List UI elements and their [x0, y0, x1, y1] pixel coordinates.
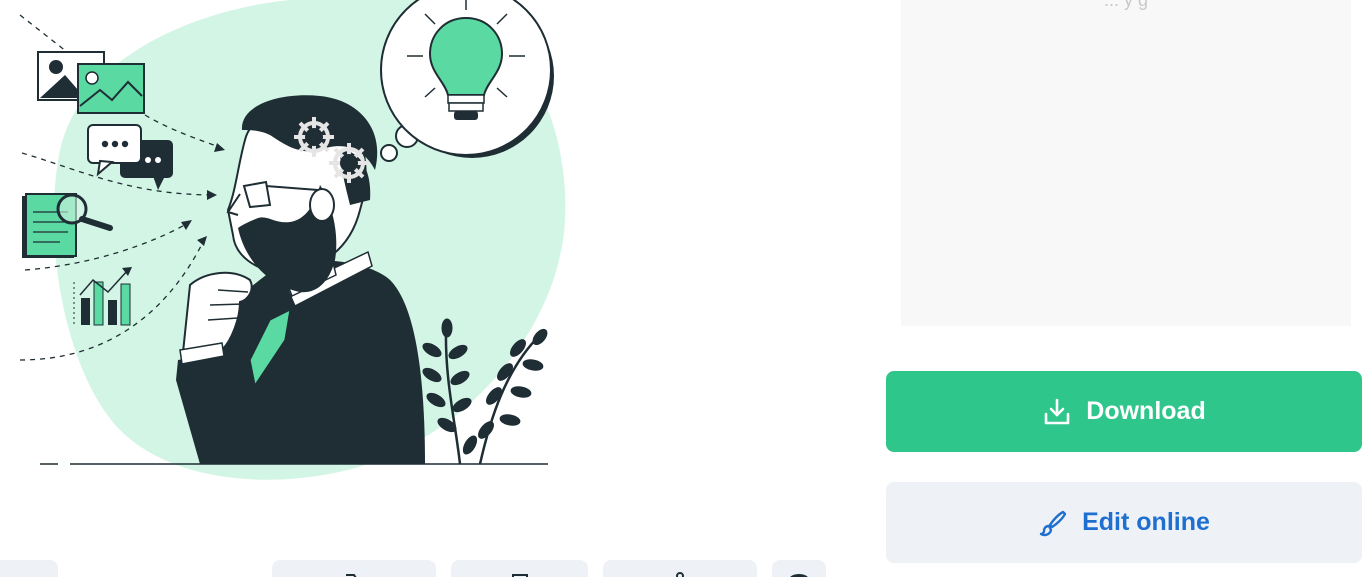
- preview-partial-text: ... y g: [1103, 0, 1148, 10]
- user-icon: [788, 568, 810, 577]
- edit-online-label: Edit online: [1082, 508, 1210, 536]
- resource-page: ... y g Download Edit online: [0, 0, 1362, 577]
- bookmark-icon: [510, 570, 530, 577]
- collection-icon: [344, 570, 364, 577]
- download-label: Download: [1086, 397, 1206, 425]
- download-icon: [1042, 397, 1072, 427]
- bottom-pill-left[interactable]: [0, 560, 58, 577]
- user-button[interactable]: [772, 560, 826, 577]
- brush-icon: [1038, 508, 1068, 538]
- download-button[interactable]: Download: [886, 371, 1362, 452]
- edit-online-button[interactable]: Edit online: [886, 482, 1362, 563]
- preview-panel: ... y g: [901, 0, 1351, 326]
- pin-button[interactable]: [603, 560, 757, 577]
- pin-icon: [670, 568, 690, 577]
- bookmark-button[interactable]: [451, 560, 588, 577]
- collection-button[interactable]: [272, 560, 436, 577]
- thinking-man-illustration: [19, 0, 566, 480]
